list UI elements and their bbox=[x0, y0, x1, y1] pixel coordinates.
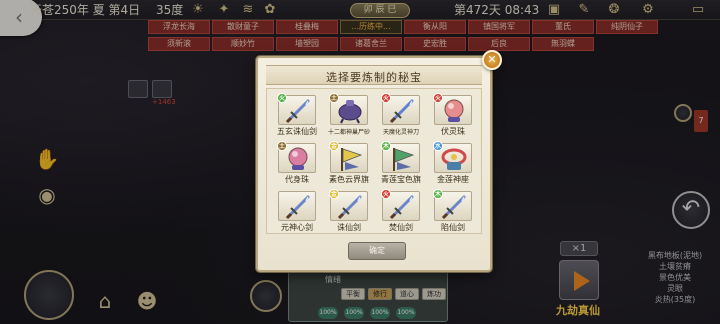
treasure-item[interactable]: 金素色云界旗 bbox=[327, 141, 371, 185]
dialog-title: 选择要炼制的秘宝 bbox=[326, 71, 422, 84]
treasure-item[interactable]: 元神心剑 bbox=[275, 191, 319, 233]
treasure-label: 代身珠 bbox=[285, 175, 309, 184]
treasure-label: 陷仙剑 bbox=[441, 223, 465, 232]
orb-icon bbox=[288, 147, 308, 170]
treasure-slot[interactable]: 木 bbox=[433, 189, 472, 221]
treasure-label: 天魔化灵神刀 bbox=[382, 129, 419, 136]
close-button[interactable]: ✕ bbox=[482, 50, 502, 70]
treasure-item[interactable]: 金诛仙剑 bbox=[327, 189, 371, 233]
sword-icon bbox=[389, 195, 414, 220]
throne-icon bbox=[441, 148, 467, 170]
flag-icon bbox=[341, 148, 363, 171]
treasure-slot[interactable]: 金 bbox=[329, 189, 368, 221]
element-badge: 木 bbox=[381, 141, 391, 151]
treasure-slot[interactable]: 火 bbox=[433, 93, 472, 125]
treasure-item[interactable]: 水金莲神座 bbox=[431, 141, 475, 185]
orb-icon bbox=[444, 99, 464, 122]
element-badge: 土 bbox=[277, 141, 287, 151]
treasure-label: 金莲神座 bbox=[437, 175, 469, 184]
treasure-item[interactable]: 土代身珠 bbox=[275, 141, 319, 185]
treasure-label: 十二都神巢尸砂 bbox=[327, 129, 370, 136]
sword-icon bbox=[389, 99, 414, 124]
cauldron-icon bbox=[338, 100, 362, 124]
treasure-label: 诛仙剑 bbox=[337, 223, 361, 232]
treasure-slot[interactable]: 水 bbox=[433, 141, 472, 173]
element-badge: 火 bbox=[381, 189, 391, 199]
element-badge: 火 bbox=[433, 93, 443, 103]
treasure-item[interactable]: 火天魔化灵神刀 bbox=[379, 93, 423, 137]
treasure-item[interactable]: 木青莲宝色旗 bbox=[379, 141, 423, 185]
treasure-label: 素色云界旗 bbox=[329, 175, 369, 184]
treasure-item[interactable]: 火五玄诛仙剑 bbox=[275, 93, 319, 137]
treasure-slot[interactable]: 土 bbox=[329, 93, 368, 125]
flag-icon bbox=[393, 148, 415, 171]
element-badge: 水 bbox=[433, 141, 443, 151]
confirm-button[interactable]: 确定 bbox=[348, 242, 406, 260]
treasure-slot[interactable]: 火 bbox=[277, 93, 316, 125]
treasure-item[interactable]: 火伏灵珠 bbox=[431, 93, 475, 137]
treasure-item[interactable]: 木陷仙剑 bbox=[431, 189, 475, 233]
treasure-select-dialog: 选择要炼制的秘宝 ✕ 火五玄诛仙剑 土十二都神巢尸砂 火天魔化灵神刀 火伏灵珠 bbox=[256, 50, 502, 272]
treasure-slot[interactable] bbox=[278, 191, 316, 221]
treasure-label: 元神心剑 bbox=[281, 223, 313, 232]
treasure-grid: 火五玄诛仙剑 土十二都神巢尸砂 火天魔化灵神刀 火伏灵珠 土代身珠 金素色云界旗 bbox=[266, 88, 482, 234]
element-badge: 火 bbox=[381, 93, 391, 103]
close-icon: ✕ bbox=[487, 53, 497, 66]
treasure-slot[interactable]: 土 bbox=[277, 141, 316, 173]
treasure-label: 五玄诛仙剑 bbox=[277, 127, 317, 136]
treasure-label: 青莲宝色旗 bbox=[381, 175, 421, 184]
element-badge: 金 bbox=[329, 141, 339, 151]
element-badge: 火 bbox=[277, 93, 287, 103]
treasure-slot[interactable]: 金 bbox=[329, 141, 368, 173]
treasure-item[interactable]: 火焚仙剑 bbox=[379, 189, 423, 233]
treasure-slot[interactable]: 火 bbox=[381, 189, 420, 221]
sword-icon bbox=[285, 99, 310, 124]
dialog-header: 选择要炼制的秘宝 bbox=[266, 65, 482, 85]
treasure-slot[interactable]: 火 bbox=[381, 93, 420, 125]
sword-icon bbox=[337, 195, 362, 220]
treasure-item[interactable]: 土十二都神巢尸砂 bbox=[327, 93, 371, 137]
treasure-label: 伏灵珠 bbox=[441, 127, 465, 136]
treasure-slot[interactable]: 木 bbox=[381, 141, 420, 173]
element-badge: 木 bbox=[433, 189, 443, 199]
sword-icon bbox=[441, 195, 466, 220]
sword-icon bbox=[285, 195, 310, 220]
element-badge: 金 bbox=[329, 189, 339, 199]
treasure-label: 焚仙剑 bbox=[389, 223, 413, 232]
element-badge: 土 bbox=[329, 93, 339, 103]
